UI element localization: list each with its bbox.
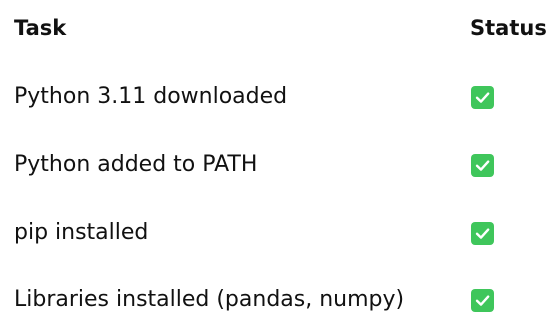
task-label: Libraries installed (pandas, numpy) [14,287,405,312]
task-status-table: Task Status Python 3.11 downloaded Pytho… [0,0,557,330]
task-label: pip installed [14,220,149,245]
task-label: Python added to PATH [14,152,258,177]
task-label: Python 3.11 downloaded [14,84,288,109]
checkmark-glyph [475,228,490,239]
checkmark-icon [471,289,494,312]
checkmark-glyph [475,160,490,171]
checkmark-icon [471,86,494,109]
table-row: Python 3.11 downloaded [0,84,557,118]
checkmark-glyph [475,92,490,103]
table-row: Libraries installed (pandas, numpy) [0,287,557,321]
table-row: Python added to PATH [0,152,557,186]
header-status: Status [470,16,547,40]
checkmark-icon [471,154,494,177]
checkmark-icon [471,222,494,245]
header-task: Task [14,16,67,40]
checkmark-glyph [475,295,490,306]
table-row: pip installed [0,220,557,254]
table-header: Task Status [0,16,557,48]
